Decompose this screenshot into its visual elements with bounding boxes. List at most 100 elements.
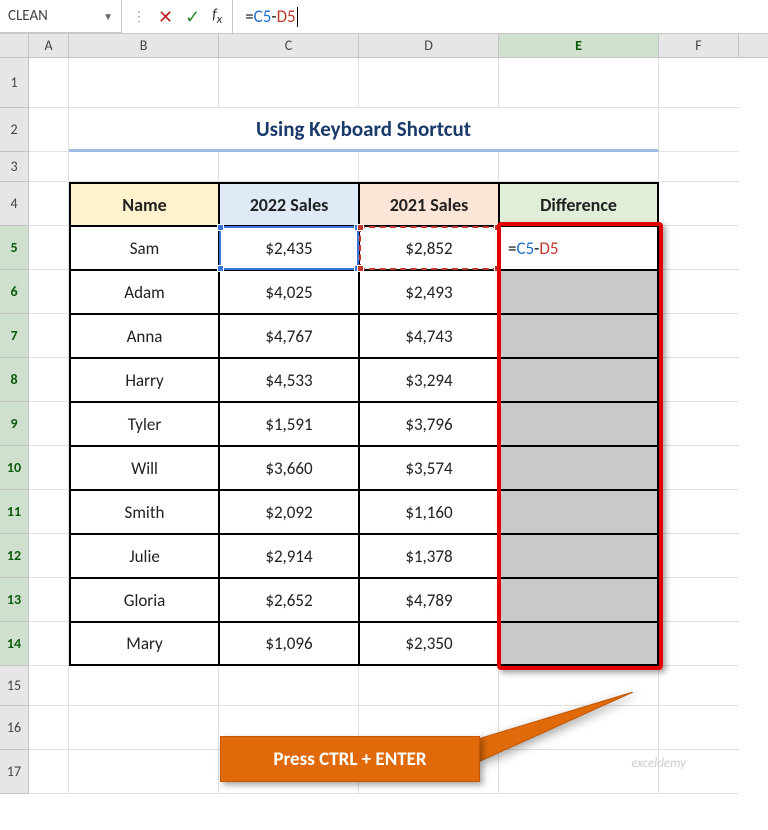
cell[interactable] bbox=[499, 58, 659, 108]
cell-name[interactable]: Will bbox=[69, 446, 219, 490]
cell-2021[interactable]: $1,160 bbox=[359, 490, 499, 534]
cell-2022[interactable]: $1,591 bbox=[219, 402, 359, 446]
cell[interactable] bbox=[69, 58, 219, 108]
cell[interactable] bbox=[659, 490, 739, 534]
cell[interactable] bbox=[29, 152, 69, 182]
row-header-16[interactable]: 16 bbox=[0, 706, 29, 750]
cell[interactable] bbox=[499, 666, 659, 706]
row-header-14[interactable]: 14 bbox=[0, 622, 29, 666]
cell-name[interactable]: Julie bbox=[69, 534, 219, 578]
cell[interactable] bbox=[659, 182, 739, 226]
cell[interactable] bbox=[359, 152, 499, 182]
cell-2022[interactable]: $3,660 bbox=[219, 446, 359, 490]
cell-diff[interactable] bbox=[499, 358, 659, 402]
cell[interactable] bbox=[29, 622, 69, 666]
cell-name[interactable]: Anna bbox=[69, 314, 219, 358]
cell[interactable] bbox=[29, 534, 69, 578]
row-header-2[interactable]: 2 bbox=[0, 108, 29, 152]
select-all-corner[interactable] bbox=[0, 34, 29, 57]
cell-2022[interactable]: $4,025 bbox=[219, 270, 359, 314]
cell-name[interactable]: Sam bbox=[69, 226, 219, 270]
cell[interactable] bbox=[659, 578, 739, 622]
name-box[interactable]: CLEAN ▼ bbox=[0, 0, 122, 33]
cell[interactable] bbox=[219, 666, 359, 706]
cell-diff[interactable] bbox=[499, 314, 659, 358]
cell[interactable] bbox=[69, 152, 219, 182]
cell-name[interactable]: Gloria bbox=[69, 578, 219, 622]
header-name[interactable]: Name bbox=[69, 182, 219, 226]
cell[interactable] bbox=[29, 666, 69, 706]
cell[interactable] bbox=[659, 270, 739, 314]
row-header-6[interactable]: 6 bbox=[0, 270, 29, 314]
fx-icon[interactable]: fx bbox=[212, 6, 222, 24]
header-2022[interactable]: 2022 Sales bbox=[219, 182, 359, 226]
formula-input[interactable]: =C5-D5 bbox=[232, 0, 768, 33]
row-header-4[interactable]: 4 bbox=[0, 182, 29, 226]
cell[interactable] bbox=[29, 358, 69, 402]
row-header-13[interactable]: 13 bbox=[0, 578, 29, 622]
col-header-c[interactable]: C bbox=[219, 34, 359, 57]
cell[interactable] bbox=[219, 152, 359, 182]
col-header-b[interactable]: B bbox=[69, 34, 219, 57]
cell[interactable] bbox=[659, 622, 739, 666]
cell-2022[interactable]: $4,767 bbox=[219, 314, 359, 358]
row-header-17[interactable]: 17 bbox=[0, 750, 29, 794]
cell[interactable] bbox=[69, 706, 219, 750]
enter-icon[interactable]: ✓ bbox=[185, 6, 200, 28]
row-header-1[interactable]: 1 bbox=[0, 58, 29, 108]
cancel-icon[interactable]: ✕ bbox=[158, 6, 173, 28]
cell[interactable] bbox=[29, 750, 69, 794]
col-header-a[interactable]: A bbox=[29, 34, 69, 57]
cell[interactable] bbox=[499, 706, 659, 750]
row-header-9[interactable]: 9 bbox=[0, 402, 29, 446]
header-diff[interactable]: Difference bbox=[499, 182, 659, 226]
cell-name[interactable]: Harry bbox=[69, 358, 219, 402]
row-header-11[interactable]: 11 bbox=[0, 490, 29, 534]
cell-diff[interactable] bbox=[499, 270, 659, 314]
cell-name[interactable]: Smith bbox=[69, 490, 219, 534]
row-header-8[interactable]: 8 bbox=[0, 358, 29, 402]
cell[interactable] bbox=[659, 402, 739, 446]
cell-diff[interactable] bbox=[499, 578, 659, 622]
col-header-f[interactable]: F bbox=[659, 34, 739, 57]
cell-diff[interactable] bbox=[499, 446, 659, 490]
cell[interactable] bbox=[659, 666, 739, 706]
cell-e5-editing[interactable]: =C5-D5 bbox=[499, 226, 659, 270]
row-header-15[interactable]: 15 bbox=[0, 666, 29, 706]
cell[interactable] bbox=[659, 152, 739, 182]
cell[interactable] bbox=[69, 666, 219, 706]
cell[interactable] bbox=[29, 226, 69, 270]
row-header-10[interactable]: 10 bbox=[0, 446, 29, 490]
cell[interactable] bbox=[499, 152, 659, 182]
cell-diff[interactable] bbox=[499, 534, 659, 578]
cell[interactable] bbox=[219, 58, 359, 108]
row-header-5[interactable]: 5 bbox=[0, 226, 29, 270]
cell-2022[interactable]: $2,652 bbox=[219, 578, 359, 622]
cell-2021[interactable]: $2,493 bbox=[359, 270, 499, 314]
header-2021[interactable]: 2021 Sales bbox=[359, 182, 499, 226]
cell[interactable] bbox=[29, 490, 69, 534]
cell[interactable] bbox=[29, 270, 69, 314]
cell[interactable] bbox=[359, 666, 499, 706]
cell-2022[interactable]: $2,914 bbox=[219, 534, 359, 578]
row-header-3[interactable]: 3 bbox=[0, 152, 29, 182]
cell-2021[interactable]: $3,796 bbox=[359, 402, 499, 446]
cell-2021[interactable]: $2,350 bbox=[359, 622, 499, 666]
cell-2021[interactable]: $2,852 bbox=[359, 226, 499, 270]
cell-name[interactable]: Adam bbox=[69, 270, 219, 314]
cell[interactable] bbox=[659, 446, 739, 490]
cell-2021[interactable]: $3,294 bbox=[359, 358, 499, 402]
cell-2022[interactable]: $2,092 bbox=[219, 490, 359, 534]
cell[interactable] bbox=[29, 706, 69, 750]
cell[interactable] bbox=[359, 58, 499, 108]
cell[interactable] bbox=[659, 706, 739, 750]
cell[interactable] bbox=[29, 446, 69, 490]
cell-diff[interactable] bbox=[499, 490, 659, 534]
cell-2021[interactable]: $1,378 bbox=[359, 534, 499, 578]
cell-2022[interactable]: $2,435 bbox=[219, 226, 359, 270]
row-header-7[interactable]: 7 bbox=[0, 314, 29, 358]
cell[interactable] bbox=[29, 314, 69, 358]
cell[interactable] bbox=[29, 182, 69, 226]
cell-diff[interactable] bbox=[499, 622, 659, 666]
cell[interactable] bbox=[29, 578, 69, 622]
